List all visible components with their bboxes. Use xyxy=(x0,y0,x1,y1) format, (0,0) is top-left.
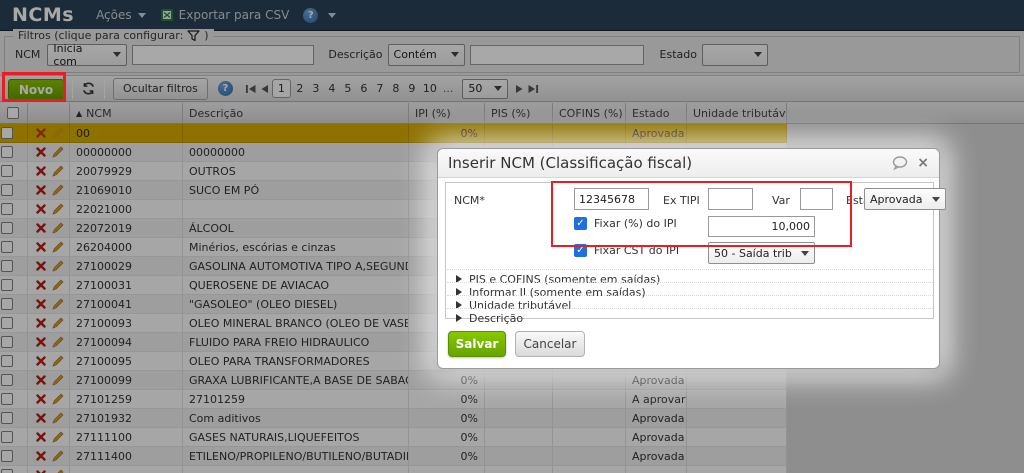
section-descricao[interactable]: Descrição xyxy=(447,308,933,327)
modal-title: Inserir NCM (Classificação fiscal) xyxy=(448,154,693,172)
fixar-ipi-label: Fixar (%) do IPI xyxy=(594,217,677,230)
estado-select-value: Aprovada xyxy=(870,192,923,206)
fixar-cst-label: Fixar CST do IPI xyxy=(594,244,680,257)
ex-tipi-label: Ex TIPI xyxy=(663,194,700,207)
comment-icon[interactable] xyxy=(892,156,909,170)
chevron-down-icon xyxy=(932,196,940,202)
var-input[interactable] xyxy=(800,188,833,210)
collapsed-arrow-icon xyxy=(456,314,462,322)
section-descricao-label: Descrição xyxy=(469,311,524,325)
modal-header: Inserir NCM (Classificação fiscal) × xyxy=(438,149,939,178)
inserir-ncm-modal: Inserir NCM (Classificação fiscal) × NCM… xyxy=(437,148,946,369)
ncm-field-label: NCM* xyxy=(454,194,485,207)
modal-form-box: NCM* Ex TIPI Var Estado* Aprovada ✓ Fixa… xyxy=(445,182,946,325)
fixar-cst-checkbox[interactable]: ✓ xyxy=(574,244,587,257)
ex-tipi-input[interactable] xyxy=(708,188,753,210)
cst-select-value: 50 - Saída trib xyxy=(714,246,792,260)
cst-select[interactable]: 50 - Saída trib xyxy=(708,242,815,264)
ncm-input[interactable] xyxy=(574,188,649,210)
chevron-down-icon xyxy=(801,250,809,256)
close-icon[interactable]: × xyxy=(917,156,929,170)
fixar-ipi-row: ✓ Fixar (%) do IPI xyxy=(574,217,677,230)
cancelar-button[interactable]: Cancelar xyxy=(515,331,585,357)
fixar-ipi-checkbox[interactable]: ✓ xyxy=(574,217,587,230)
estado-select[interactable]: Aprovada xyxy=(864,188,946,210)
ncm-app: NCMs Ações Exportar para CSV ? Filtros (… xyxy=(0,0,1024,473)
ipi-percent-input[interactable] xyxy=(708,216,815,237)
var-label: Var xyxy=(772,194,790,207)
fixar-cst-row: ✓ Fixar CST do IPI xyxy=(574,244,679,257)
salvar-button[interactable]: Salvar xyxy=(448,331,506,357)
